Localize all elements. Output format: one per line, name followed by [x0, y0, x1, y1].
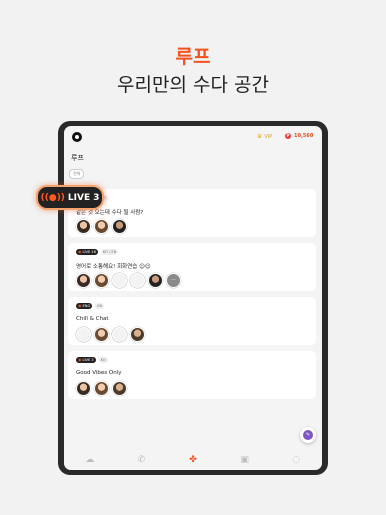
- filter-chip[interactable]: 전체: [69, 169, 85, 179]
- live-badge: ◉ LIVE 3: [76, 357, 96, 363]
- live-pill[interactable]: ((●)) LIVE 3: [36, 185, 104, 210]
- bottom-nav: ☁ ✆ ✤ ▣ ◌: [64, 450, 322, 470]
- room-header: ◉ ENG EN: [76, 303, 105, 309]
- avatar[interactable]: [112, 381, 127, 396]
- coin-balance[interactable]: P 10,560: [285, 133, 313, 139]
- live-badge: ◉ ENG: [76, 303, 93, 309]
- hero-title: 루프: [175, 46, 211, 68]
- vip-label: VIP: [264, 133, 273, 140]
- room-title: Chill & Chat: [76, 316, 109, 322]
- app-logo-icon[interactable]: [72, 132, 82, 142]
- live-pill-label: LIVE: [67, 192, 91, 203]
- live-badge: ◉ LIVE 16: [76, 249, 98, 255]
- vip-badge[interactable]: ♛ VIP: [257, 133, 272, 140]
- avatar[interactable]: [76, 219, 91, 234]
- coin-icon: P: [285, 133, 291, 139]
- avatar[interactable]: [76, 273, 91, 288]
- loop-icon[interactable]: ✤: [183, 455, 203, 465]
- create-room-button[interactable]: ✎: [300, 427, 316, 443]
- avatar[interactable]: [94, 327, 109, 342]
- page-title: 루프: [71, 154, 84, 162]
- room-card[interactable]: ◉ LIVE 3 KO Good Vibes Only: [68, 351, 316, 399]
- avatar[interactable]: [76, 327, 91, 342]
- language-tag: EN: [95, 303, 105, 309]
- coin-amount: 10,560: [294, 133, 314, 139]
- avatar[interactable]: [94, 219, 109, 234]
- crown-icon: ♛: [257, 133, 263, 140]
- avatar[interactable]: [94, 273, 109, 288]
- room-card[interactable]: ◉ LIVE 3 KO 같은 것 오는데 수다 될 사람?: [68, 189, 316, 237]
- room-card[interactable]: ◉ LIVE 16 KO / EN 영어로 소통해요! 회화연습 ☺☺ ···: [68, 243, 316, 291]
- room-title: Good Vibes Only: [76, 370, 122, 376]
- more-participants-icon[interactable]: ···: [166, 273, 181, 288]
- avatar[interactable]: [94, 381, 109, 396]
- hero-subtitle: 우리만의 수다 공간: [117, 74, 269, 96]
- participant-avatars: [76, 381, 127, 396]
- avatar[interactable]: [148, 273, 163, 288]
- avatar[interactable]: [130, 327, 145, 342]
- avatar[interactable]: [130, 273, 145, 288]
- home-icon[interactable]: ☁: [80, 455, 100, 465]
- room-card[interactable]: ◉ ENG EN Chill & Chat: [68, 297, 316, 345]
- live-wave-icon: ◉: [78, 303, 82, 308]
- live-wave-icon: ◉: [78, 249, 82, 254]
- app-screen: ♛ VIP P 10,560 루프 전체 ◉ LIVE 3 KO 같은 것 오는…: [64, 126, 322, 470]
- live-pill-count: 3: [93, 192, 100, 203]
- mic-icon: ✎: [303, 430, 313, 440]
- participant-avatars: [76, 327, 145, 342]
- room-header: ◉ LIVE 3 KO: [76, 357, 108, 363]
- avatar[interactable]: [112, 327, 127, 342]
- participant-avatars: [76, 219, 127, 234]
- room-title: 영어로 소통해요! 회화연습 ☺☺: [76, 264, 151, 270]
- language-tag: KO: [98, 357, 108, 363]
- language-tag: KO / EN: [100, 249, 119, 255]
- avatar[interactable]: [112, 219, 127, 234]
- live-wave-icon: ((●)): [40, 192, 65, 203]
- participant-avatars: ···: [76, 273, 181, 288]
- avatar[interactable]: [76, 381, 91, 396]
- avatar[interactable]: [112, 273, 127, 288]
- room-header: ◉ LIVE 16 KO / EN: [76, 249, 119, 255]
- live-wave-icon: ◉: [78, 357, 82, 362]
- gallery-icon[interactable]: ▣: [235, 455, 255, 465]
- top-bar: ♛ VIP P 10,560: [64, 126, 322, 148]
- call-icon[interactable]: ✆: [131, 455, 151, 465]
- chat-icon[interactable]: ◌: [286, 455, 306, 465]
